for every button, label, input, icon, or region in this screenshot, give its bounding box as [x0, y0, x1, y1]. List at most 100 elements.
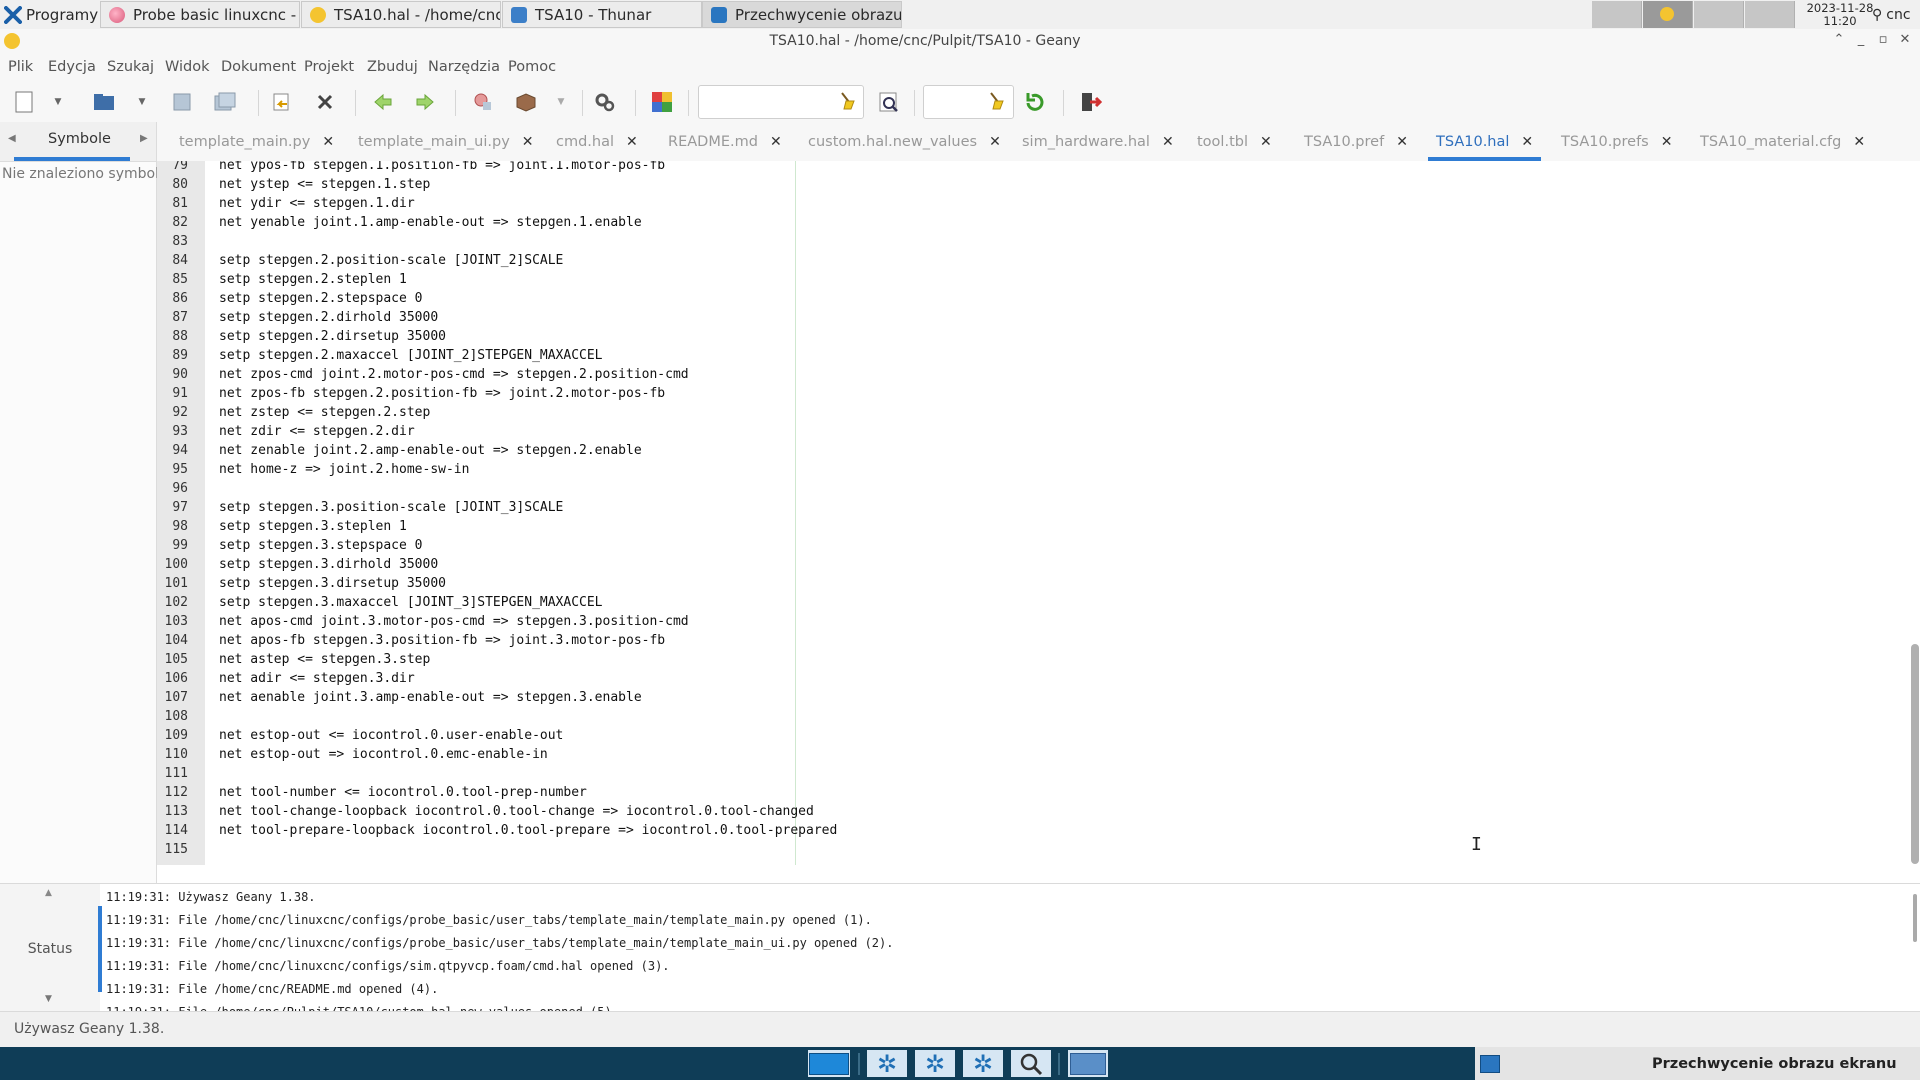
code-line[interactable]: net apos-fb stepgen.3.position-fb => joi…: [219, 633, 665, 648]
code-line[interactable]: setp stepgen.2.position-scale [JOINT_2]S…: [219, 253, 563, 268]
menu-szukaj[interactable]: Szukaj: [107, 59, 154, 75]
code-line[interactable]: setp stepgen.3.dirsetup 35000: [219, 576, 446, 591]
code-line[interactable]: setp stepgen.3.steplen 1: [219, 519, 407, 534]
task-button-firefox[interactable]: Probe basic linuxcnc - A...: [100, 1, 300, 28]
user-menu[interactable]: ⚲ cnc: [1872, 0, 1911, 29]
close-file-button[interactable]: [311, 88, 339, 116]
code-line[interactable]: net zenable joint.2.amp-enable-out => st…: [219, 443, 642, 458]
shade-button[interactable]: ⌃: [1830, 32, 1848, 50]
editor-vertical-scrollbar[interactable]: [1911, 644, 1919, 864]
tab-close-icon[interactable]: ✕: [1260, 134, 1272, 150]
save-button[interactable]: [168, 88, 196, 116]
show-desktop-button[interactable]: [808, 1050, 850, 1077]
workspace-3[interactable]: [1694, 1, 1744, 28]
tab-close-icon[interactable]: ✕: [322, 134, 334, 150]
launcher-settings-1[interactable]: ✲: [867, 1050, 907, 1077]
code-line[interactable]: setp stepgen.2.maxaccel [JOINT_2]STEPGEN…: [219, 348, 603, 363]
menu-edycja[interactable]: Edycja: [48, 59, 96, 75]
build-dropdown[interactable]: ▼: [553, 88, 569, 116]
menu-zbuduj[interactable]: Zbuduj: [367, 59, 418, 75]
new-file-button[interactable]: [10, 88, 38, 116]
tab-scroll-down-icon[interactable]: ▼: [45, 994, 52, 1004]
code-line[interactable]: setp stepgen.3.maxaccel [JOINT_3]STEPGEN…: [219, 595, 603, 610]
find-button[interactable]: [875, 88, 903, 116]
code-line[interactable]: net tool-number <= iocontrol.0.tool-prep…: [219, 785, 587, 800]
tab-tool-tbl[interactable]: tool.tbl ✕: [1197, 122, 1272, 161]
tab-tsa10-pref[interactable]: TSA10.pref ✕: [1304, 122, 1408, 161]
window-titlebar[interactable]: TSA10.hal - /home/cnc/Pulpit/TSA10 - Gea…: [0, 29, 1920, 55]
task-screenshot-button[interactable]: Przechwycenie obrazu ekranu: [1475, 1047, 1920, 1080]
code-line[interactable]: net adir <= stepgen.3.dir: [219, 671, 415, 686]
code-line[interactable]: setp stepgen.2.dirsetup 35000: [219, 329, 446, 344]
code-line[interactable]: setp stepgen.2.steplen 1: [219, 272, 407, 287]
task-button-screenshot[interactable]: Przechwycenie obrazu e...: [702, 1, 902, 28]
menu-narzedzia[interactable]: Narzędzia: [428, 59, 500, 75]
tab-symbols[interactable]: Symbole: [48, 131, 111, 147]
code-line[interactable]: net tool-change-loopback iocontrol.0.too…: [219, 804, 814, 819]
applications-menu-button[interactable]: Programy ⋮: [0, 0, 114, 29]
tab-close-icon[interactable]: ✕: [1396, 134, 1408, 150]
save-all-button[interactable]: [211, 88, 239, 116]
code-line[interactable]: net estop-out => iocontrol.0.emc-enable-…: [219, 747, 548, 762]
clear-goto-icon[interactable]: [987, 91, 1005, 115]
clear-search-icon[interactable]: [838, 91, 856, 115]
tab-scroll-right-icon[interactable]: ▶: [140, 133, 148, 144]
launcher-settings-3[interactable]: ✲: [963, 1050, 1003, 1077]
menu-plik[interactable]: Plik: [8, 59, 33, 75]
goto-line-button[interactable]: [1021, 88, 1049, 116]
code-line[interactable]: net aenable joint.3.amp-enable-out => st…: [219, 690, 642, 705]
code-line[interactable]: setp stepgen.2.dirhold 35000: [219, 310, 438, 325]
code-line[interactable]: net zdir <= stepgen.2.dir: [219, 424, 415, 439]
color-chooser-button[interactable]: [648, 88, 676, 116]
maximize-button[interactable]: ▫: [1874, 32, 1892, 50]
open-file-dropdown[interactable]: ▼: [134, 88, 150, 116]
code-line[interactable]: net ydir <= stepgen.1.dir: [219, 196, 415, 211]
clock[interactable]: 2023-11-28 11:20: [1806, 0, 1874, 28]
code-line[interactable]: net zpos-cmd joint.2.motor-pos-cmd => st…: [219, 367, 689, 382]
tab-sim-hardware-hal[interactable]: sim_hardware.hal ✕: [1022, 122, 1174, 161]
tab-close-icon[interactable]: ✕: [1853, 134, 1865, 150]
code-editor[interactable]: 79 80 81 82 83 84 85 86 87 88 89 90 91 92 93 94 95 96 97 98…: [157, 161, 1920, 865]
close-button[interactable]: ✕: [1896, 32, 1914, 50]
execute-button[interactable]: [591, 88, 619, 116]
workspace-2[interactable]: [1643, 1, 1693, 28]
code-line[interactable]: setp stepgen.2.stepspace 0: [219, 291, 423, 306]
open-file-button[interactable]: [90, 88, 118, 116]
menu-projekt[interactable]: Projekt: [304, 59, 354, 75]
tab-template-main-py[interactable]: template_main.py ✕: [179, 122, 334, 161]
tab-status[interactable]: Status: [0, 941, 100, 957]
tab-close-icon[interactable]: ✕: [989, 134, 1001, 150]
menu-widok[interactable]: Widok: [165, 59, 210, 75]
minimize-button[interactable]: _: [1852, 32, 1870, 50]
forward-button[interactable]: [411, 88, 439, 116]
tab-custom-hal-new-values[interactable]: custom.hal.new_values ✕: [808, 122, 1001, 161]
workspace-4[interactable]: [1745, 1, 1795, 28]
launcher-search[interactable]: [1011, 1050, 1051, 1077]
tab-close-icon[interactable]: ✕: [522, 134, 534, 150]
workspace-1[interactable]: [1592, 1, 1642, 28]
tab-cmd-hal[interactable]: cmd.hal ✕: [556, 122, 638, 161]
menu-pomoc[interactable]: Pomoc: [508, 59, 556, 75]
quit-button[interactable]: [1077, 88, 1105, 116]
code-line[interactable]: net estop-out <= iocontrol.0.user-enable…: [219, 728, 563, 743]
tab-scroll-left-icon[interactable]: ◀: [8, 133, 16, 144]
tab-close-icon[interactable]: ✕: [770, 134, 782, 150]
launcher-files[interactable]: [1068, 1050, 1108, 1077]
code-line[interactable]: net home-z => joint.2.home-sw-in: [219, 462, 469, 477]
tab-close-icon[interactable]: ✕: [626, 134, 638, 150]
tab-tsa10-material-cfg[interactable]: TSA10_material.cfg ✕: [1700, 122, 1865, 161]
tab-close-icon[interactable]: ✕: [1661, 134, 1673, 150]
back-button[interactable]: [369, 88, 397, 116]
menu-dokument[interactable]: Dokument: [221, 59, 296, 75]
code-line[interactable]: net apos-cmd joint.3.motor-pos-cmd => st…: [219, 614, 689, 629]
code-line[interactable]: net zstep <= stepgen.2.step: [219, 405, 430, 420]
compile-button[interactable]: [469, 88, 497, 116]
tab-template-main-ui-py[interactable]: template_main_ui.py ✕: [358, 122, 534, 161]
revert-button[interactable]: [268, 88, 296, 116]
task-button-thunar[interactable]: TSA10 - Thunar: [502, 1, 702, 28]
tab-close-icon[interactable]: ✕: [1521, 134, 1533, 150]
code-line[interactable]: setp stepgen.3.position-scale [JOINT_3]S…: [219, 500, 563, 515]
code-line[interactable]: net astep <= stepgen.3.step: [219, 652, 430, 667]
code-line[interactable]: net ypos-fb stepgen.1.position-fb => joi…: [219, 161, 665, 173]
tab-readme-md[interactable]: README.md ✕: [668, 122, 782, 161]
